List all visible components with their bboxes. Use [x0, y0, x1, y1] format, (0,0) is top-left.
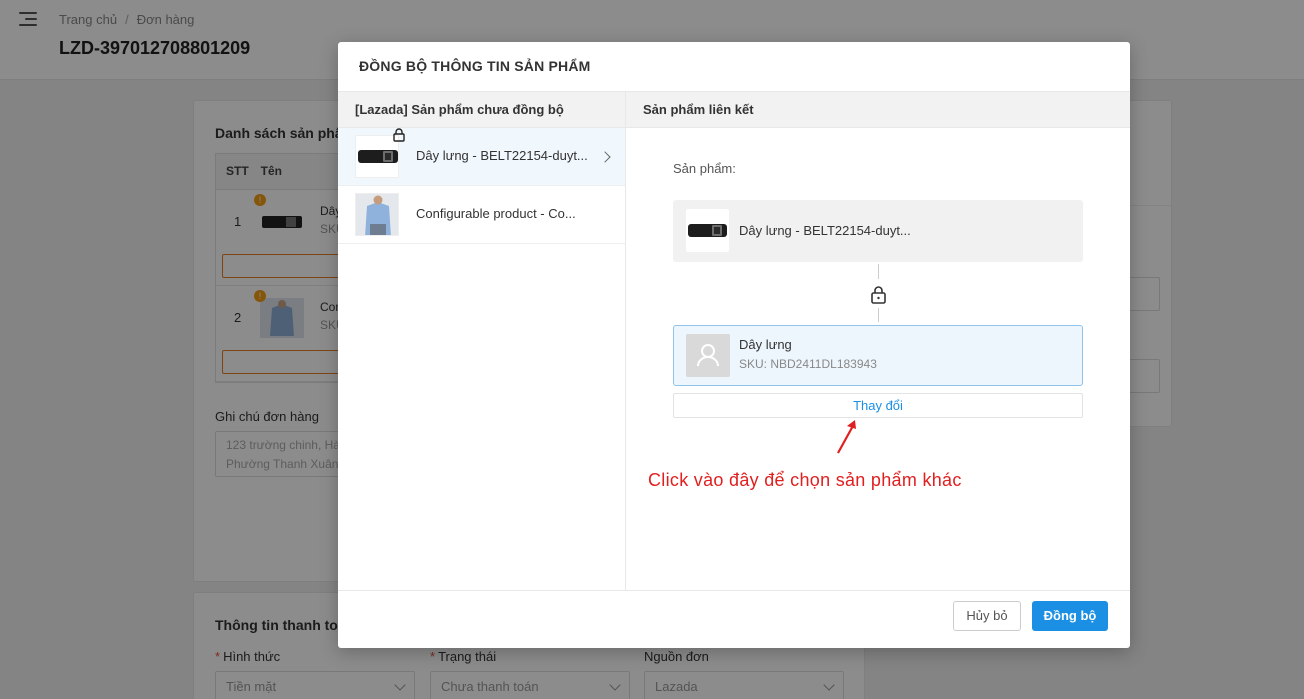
shirt-thumbnail: [355, 193, 399, 236]
unsynced-product-label: Dây lưng - BELT22154-duyt...: [416, 148, 588, 163]
lock-icon: [393, 128, 405, 142]
change-product-button[interactable]: Thay đổi: [673, 393, 1083, 418]
linked-product-card: Dây lưng SKU: NBD2411DL183943: [673, 325, 1083, 386]
linked-product-sku: SKU: NBD2411DL183943: [739, 357, 877, 371]
connector-line: [878, 264, 879, 279]
modal-footer: Hủy bỏ Đồng bộ: [338, 590, 1130, 648]
lock-icon: [871, 286, 886, 304]
belt-thumbnail: [686, 209, 729, 252]
connector-line: [878, 308, 879, 322]
unsynced-product-item[interactable]: Configurable product - Co...: [338, 186, 625, 244]
sync-button[interactable]: Đồng bộ: [1032, 601, 1108, 631]
linked-product-name: Dây lưng: [739, 337, 792, 352]
product-label: Sản phẩm:: [673, 161, 736, 176]
modal-body: [Lazada] Sản phẩm chưa đồng bộ Dây lưng …: [338, 92, 1130, 590]
annotation-text: Click vào đây để chọn sản phẩm khác: [648, 470, 962, 490]
unsynced-panel-header: [Lazada] Sản phẩm chưa đồng bộ: [338, 92, 625, 128]
chevron-right-icon: [599, 151, 611, 163]
cancel-button[interactable]: Hủy bỏ: [953, 601, 1021, 631]
annotation-arrow-icon: [837, 420, 856, 454]
unsynced-product-item[interactable]: Dây lưng - BELT22154-duyt...: [338, 128, 625, 186]
linked-panel-header: Sản phẩm liên kết: [626, 92, 1130, 128]
modal-title: ĐỒNG BỘ THÔNG TIN SẢN PHẨM: [338, 42, 1130, 92]
unsynced-product-label: Configurable product - Co...: [416, 206, 576, 221]
sync-product-modal: ĐỒNG BỘ THÔNG TIN SẢN PHẨM [Lazada] Sản …: [338, 42, 1130, 648]
linked-product-panel: Sản phẩm liên kết Sản phẩm: Dây lưng - B…: [626, 92, 1130, 590]
source-product-name: Dây lưng - BELT22154-duyt...: [739, 223, 911, 238]
user-placeholder-icon: [686, 334, 730, 377]
unsynced-products-panel: [Lazada] Sản phẩm chưa đồng bộ Dây lưng …: [338, 92, 626, 590]
source-product-card: Dây lưng - BELT22154-duyt...: [673, 200, 1083, 262]
